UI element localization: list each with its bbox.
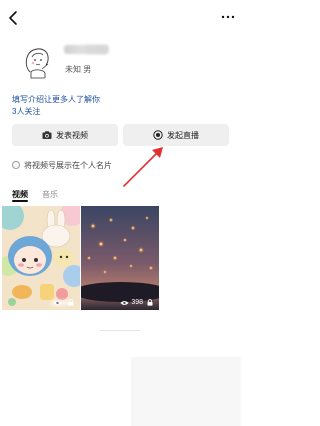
bio-prompt-link[interactable]: 填写介绍让更多人了解你 xyxy=(12,94,100,105)
more-dots-icon[interactable] xyxy=(221,12,235,22)
eye-icon xyxy=(120,300,129,305)
username-blurred-tail xyxy=(84,46,108,53)
background-panel xyxy=(131,357,241,426)
video-thumbnail-1[interactable] xyxy=(2,206,80,310)
view-count-overlay xyxy=(53,299,74,306)
active-tab-indicator xyxy=(12,200,28,202)
follow-count-link[interactable]: 3人关注 xyxy=(12,106,40,117)
lock-icon xyxy=(147,299,153,306)
radio-button[interactable] xyxy=(12,161,20,169)
tab-music[interactable]: 音乐 xyxy=(42,189,58,203)
show-on-card-option[interactable]: 将视频号展示在个人名片 xyxy=(12,159,112,171)
view-count-overlay: 398 xyxy=(120,299,153,306)
lock-icon xyxy=(68,299,74,306)
gender-location-line: 未知 男 xyxy=(65,65,92,74)
post-video-label: 发表视频 xyxy=(56,130,88,140)
avatar[interactable] xyxy=(18,42,56,80)
show-on-card-label: 将视频号展示在个人名片 xyxy=(24,160,112,170)
post-video-button[interactable]: 发表视频 xyxy=(12,124,118,146)
eye-icon xyxy=(53,300,62,305)
start-live-label: 发起直播 xyxy=(167,130,199,140)
view-count: 398 xyxy=(131,299,143,306)
top-bar xyxy=(0,0,241,34)
chevron-left-icon[interactable] xyxy=(7,10,19,26)
video-thumbnail-2[interactable]: 398 xyxy=(81,206,159,310)
live-record-icon xyxy=(153,130,163,140)
camera-icon xyxy=(42,131,52,139)
divider xyxy=(100,330,140,331)
start-live-button[interactable]: 发起直播 xyxy=(123,124,229,146)
